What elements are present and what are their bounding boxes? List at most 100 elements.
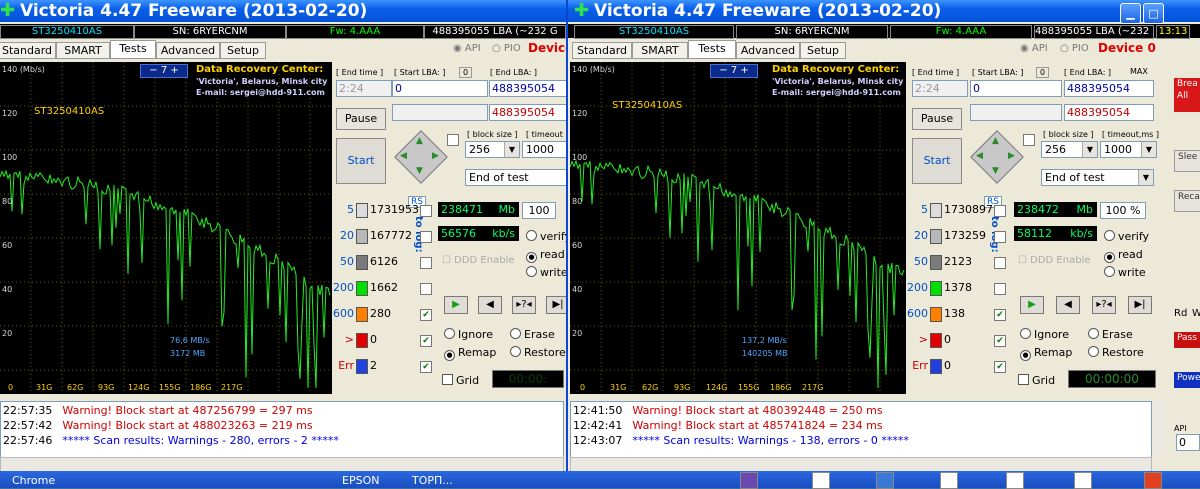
mode-write[interactable]: write (1104, 266, 1146, 279)
timeout-select[interactable]: 1000 (522, 141, 566, 158)
counter-log-checkbox[interactable] (994, 257, 1006, 269)
tray-file2-icon[interactable] (1006, 472, 1024, 489)
restore-radio[interactable]: Restore (1088, 346, 1144, 359)
end-button[interactable]: ▶| (546, 296, 566, 314)
mode-write[interactable]: write (526, 266, 566, 279)
erase-radio[interactable]: Erase (510, 328, 555, 341)
dpad-checkbox[interactable] (1023, 134, 1035, 146)
block-size-select[interactable]: 256 ▼ (465, 141, 520, 158)
skip-button[interactable]: ▸?◂ (1092, 296, 1116, 314)
ddd-enable-checkbox[interactable]: ☐ DDD Enable (442, 255, 515, 266)
title-bar-left[interactable]: ✚ Victoria 4.47 Freeware (2013-02-20) (0, 0, 566, 22)
pio-radio[interactable]: ○ PIO (492, 43, 521, 54)
recal-button[interactable]: Reca (1174, 190, 1200, 212)
start-button[interactable]: Start (336, 138, 386, 184)
counter-log-checkbox[interactable]: ✔ (994, 361, 1006, 373)
tab-tests[interactable]: Tests (110, 40, 156, 59)
counter-log-checkbox[interactable] (994, 283, 1006, 295)
power-button[interactable]: Powe (1174, 372, 1200, 388)
counter-log-checkbox[interactable] (420, 283, 432, 295)
remap-radio[interactable]: ● Remap (444, 346, 496, 361)
counter-log-checkbox[interactable] (994, 205, 1006, 217)
max-button[interactable]: MAX (1130, 67, 1148, 76)
graph-spin-control[interactable]: − 7 + (710, 64, 758, 78)
tray-pdf-icon[interactable] (1144, 472, 1162, 489)
start-lba-field[interactable]: 0 (392, 80, 488, 97)
status-select[interactable]: End of test ▼ (1041, 169, 1154, 186)
block-size-select[interactable]: 256 ▼ (1041, 141, 1098, 158)
timeout-select[interactable]: 1000 ▼ (1100, 141, 1157, 158)
counter-log-checkbox[interactable]: ✔ (420, 361, 432, 373)
ignore-radio[interactable]: Ignore (1020, 328, 1069, 341)
tab-advanced[interactable]: Advanced (736, 42, 800, 59)
mode-read[interactable]: ● read (1104, 248, 1143, 263)
api-radio[interactable]: ◉ API (1020, 43, 1048, 54)
counter-log-checkbox[interactable] (420, 231, 432, 243)
remap-radio[interactable]: ● Remap (1020, 346, 1072, 361)
end-lba-field[interactable]: 488395054 (1064, 80, 1154, 97)
counter-log-checkbox[interactable]: ✔ (994, 309, 1006, 321)
taskbar-item-chrome[interactable]: Chrome (12, 474, 55, 487)
passp-button[interactable]: Pass (1174, 332, 1200, 348)
start-lba-field[interactable]: 0 (970, 80, 1062, 97)
break-all-button[interactable]: Brea All (1174, 78, 1200, 112)
grid-checkbox[interactable]: Grid (442, 374, 479, 387)
pause-button[interactable]: Pause (336, 108, 386, 130)
tab-standard[interactable]: Standard (572, 42, 632, 59)
back-button[interactable]: ◀ (478, 296, 502, 314)
pio-radio[interactable]: ○ PIO (1060, 43, 1089, 54)
end-button[interactable]: ▶| (1128, 296, 1152, 314)
start-lba-reset-button[interactable]: 0 (1036, 67, 1050, 78)
tray-word-icon[interactable] (876, 472, 894, 489)
end-time-field[interactable]: 2:24 (912, 80, 968, 97)
dpad-checkbox[interactable] (447, 134, 459, 146)
tab-setup[interactable]: Setup (800, 42, 846, 59)
play-button[interactable]: ▶ (444, 296, 468, 314)
skip-button[interactable]: ▸?◂ (512, 296, 536, 314)
tray-app-icon[interactable] (740, 472, 758, 489)
pause-button[interactable]: Pause (912, 108, 962, 130)
side-number-field[interactable]: 0 (1176, 434, 1200, 451)
counter-log-checkbox[interactable] (994, 231, 1006, 243)
taskbar-item-epson[interactable]: EPSON (342, 474, 379, 487)
start-lba-reset-button[interactable]: 0 (459, 67, 473, 78)
counter-log-checkbox[interactable]: ✔ (420, 335, 432, 347)
tray-doc-icon[interactable] (812, 472, 830, 489)
play-button[interactable]: ▶ (1020, 296, 1044, 314)
direction-pad[interactable]: ▲ ▼ ◀ ▶ (970, 130, 1024, 184)
back-button[interactable]: ◀ (1056, 296, 1080, 314)
log-vertical-scrollbar[interactable] (1152, 401, 1166, 457)
status-select[interactable]: End of test (465, 169, 566, 186)
mode-read[interactable]: ● read (526, 248, 565, 263)
end-lba-field[interactable]: 488395054 (489, 80, 566, 97)
maximize-icon[interactable]: □ (1143, 3, 1164, 24)
erase-radio[interactable]: Erase (1088, 328, 1133, 341)
counter-log-checkbox[interactable] (420, 257, 432, 269)
counter-log-checkbox[interactable]: ✔ (420, 309, 432, 321)
mode-verify[interactable]: verify (526, 230, 566, 243)
end-time-field[interactable]: 2:24 (336, 80, 392, 97)
tab-advanced[interactable]: Advanced (156, 42, 220, 59)
tab-standard[interactable]: Standard (0, 42, 56, 59)
end-lba-field-2[interactable]: 488395054 (489, 104, 566, 121)
direction-pad[interactable]: ▲ ▼ ◀ ▶ (394, 130, 448, 184)
restore-radio[interactable]: Restore (510, 346, 566, 359)
ignore-radio[interactable]: Ignore (444, 328, 493, 341)
minimize-icon[interactable]: ▁ (1120, 3, 1141, 24)
api-radio[interactable]: ◉ API (453, 43, 481, 54)
tab-tests[interactable]: Tests (688, 40, 736, 59)
sleep-button[interactable]: Slee (1174, 150, 1200, 172)
start-button[interactable]: Start (912, 138, 962, 184)
title-bar-right[interactable]: ✚ Victoria 4.47 Freeware (2013-02-20) ▁ □ (568, 0, 1200, 24)
mode-verify[interactable]: verify (1104, 230, 1149, 243)
ddd-enable-checkbox[interactable]: ☐ DDD Enable (1018, 255, 1091, 266)
counter-log-checkbox[interactable]: ✔ (994, 335, 1006, 347)
tab-setup[interactable]: Setup (220, 42, 266, 59)
tab-smart[interactable]: SMART (56, 42, 110, 59)
graph-spin-control[interactable]: − 7 + (140, 64, 188, 78)
counter-log-checkbox[interactable] (420, 205, 432, 217)
grid-checkbox[interactable]: Grid (1018, 374, 1055, 387)
end-lba-field-2[interactable]: 488395054 (1064, 104, 1154, 121)
taskbar-item-third[interactable]: ТОРП... (412, 474, 453, 487)
tray-a4-icon[interactable] (1074, 472, 1092, 489)
